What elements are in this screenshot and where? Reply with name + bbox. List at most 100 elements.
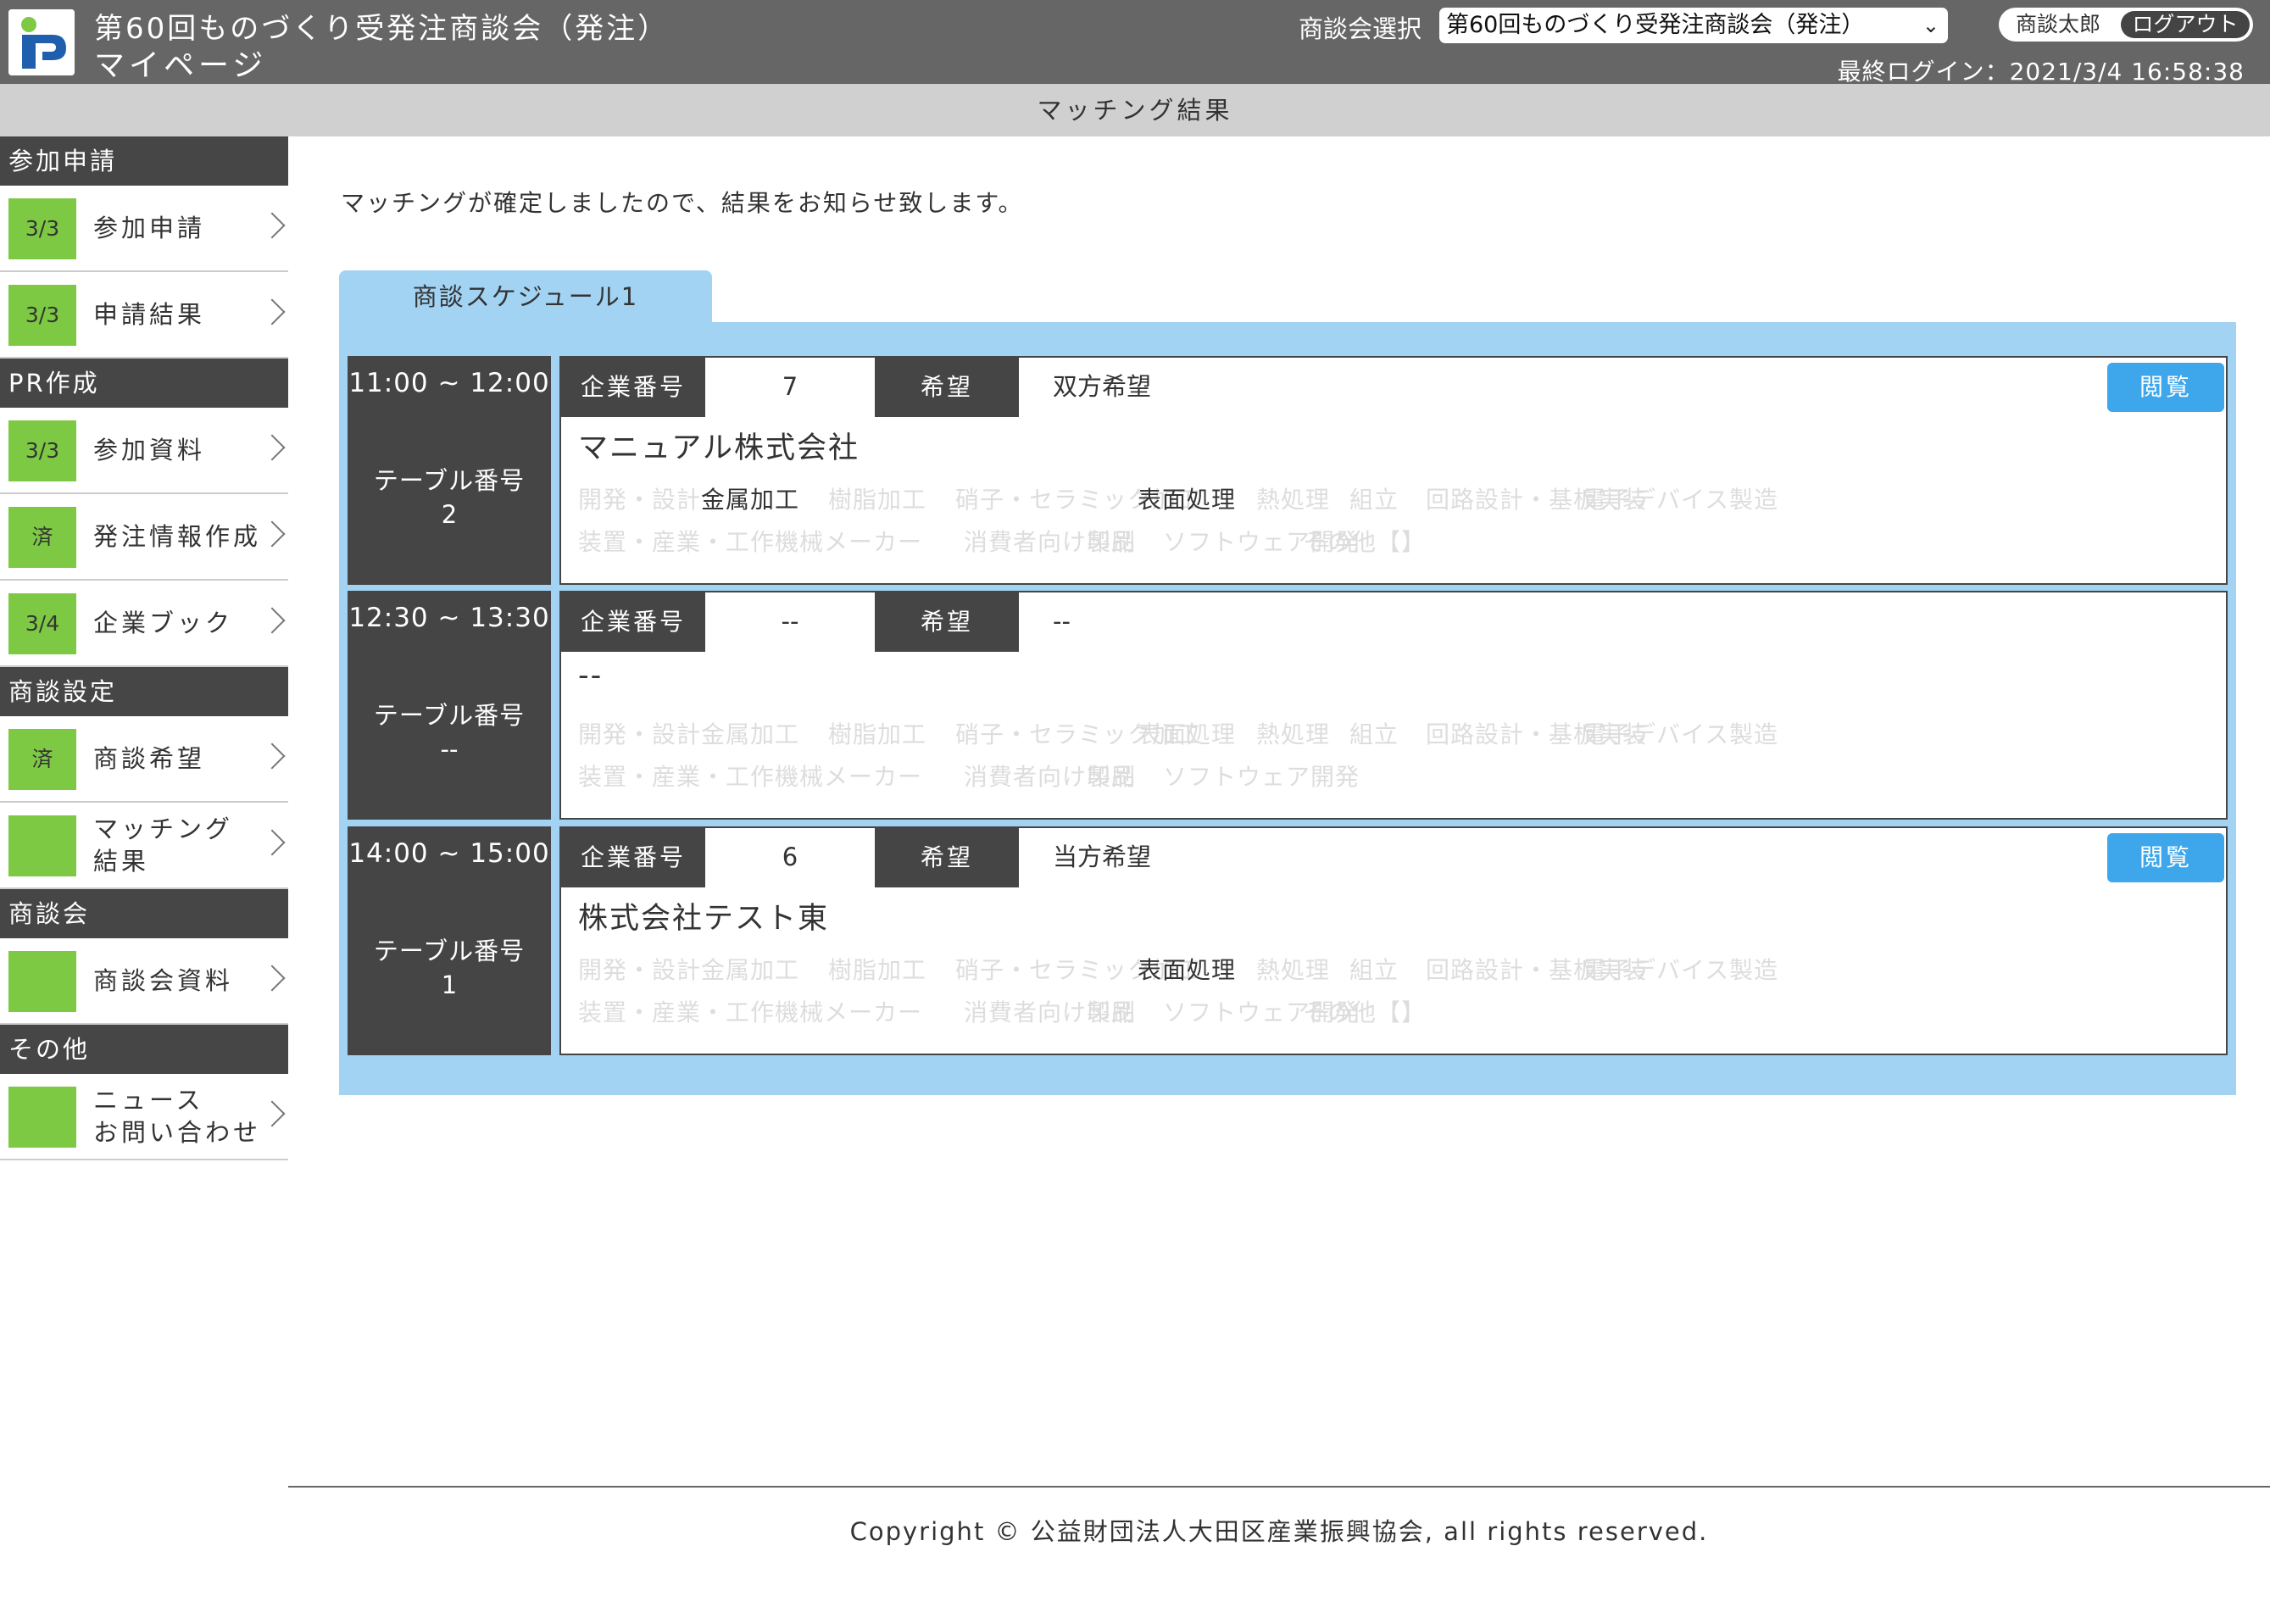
wish-value: -- bbox=[1053, 607, 1071, 636]
category-tag: その他【】 bbox=[1303, 528, 1427, 556]
sidebar-item-label: 発注情報作成 bbox=[93, 522, 262, 551]
view-button[interactable]: 閲覧 bbox=[2107, 363, 2224, 412]
sidebar-item-label: 商談希望 bbox=[93, 744, 206, 773]
chevron-right-icon bbox=[259, 742, 286, 770]
category-tag: 熱処理 bbox=[1256, 720, 1331, 748]
schedule-row: 11:00 ~ 12:00 テーブル番号 2 企業番号 7 希望 双方希望 閲覧マ… bbox=[348, 356, 2228, 585]
category-tag: 表面処理 bbox=[1138, 720, 1237, 748]
category-tag: 表面処理 bbox=[1138, 486, 1237, 514]
category-tag: 金属加工 bbox=[701, 486, 800, 514]
category-tag: 開発・設計 bbox=[578, 720, 702, 748]
event-select-label: 商談会選択 bbox=[1299, 14, 1422, 43]
company-number: 6 bbox=[782, 843, 798, 871]
status-badge: 3/3 bbox=[8, 198, 76, 259]
time-range: 11:00 ~ 12:00 bbox=[348, 368, 550, 398]
sidebar-item[interactable]: 3/3 参加申請 bbox=[0, 186, 288, 272]
header: 第60回ものづくり受発注商談会（発注） マイページ 商談会選択 第60回ものづく… bbox=[0, 0, 2270, 86]
table-number-label: テーブル番号 bbox=[373, 701, 526, 730]
sidebar-item-label: 申請結果 bbox=[93, 300, 206, 329]
category-tag: 表面処理 bbox=[1138, 956, 1237, 984]
status-badge bbox=[8, 1087, 76, 1148]
category-tag: 組立 bbox=[1349, 956, 1399, 984]
company-info: 企業番号 -- 希望 -- -- 開発・設計 金属加工 樹脂加工 硝子・セラミック加工表… bbox=[559, 591, 2228, 820]
company-info: 企業番号 6 希望 当方希望 閲覧 株式会社テスト東 開発・設計 金属加工 樹脂加工 硝子… bbox=[559, 826, 2228, 1055]
page-title: マッチング結果 bbox=[0, 84, 2270, 136]
category-tag: 樹脂加工 bbox=[828, 956, 927, 984]
sidebar-item[interactable]: 済商談希望 bbox=[0, 716, 288, 803]
category-tag: 樹脂加工 bbox=[828, 486, 927, 514]
wish-value: 双方希望 bbox=[1053, 372, 1152, 401]
sidebar-item[interactable]: 商談会資料 bbox=[0, 938, 288, 1025]
sidebar: 参加申請 3/3 参加申請 3/3 申請結果 PR作成 3/3 参加資料済発注情報作成 3/4 企… bbox=[0, 136, 288, 1160]
time-slot: 14:00 ~ 15:00 テーブル番号 1 bbox=[348, 826, 551, 1055]
time-range: 14:00 ~ 15:00 bbox=[348, 838, 550, 869]
table-number: -- bbox=[440, 735, 459, 764]
category-tag: ソフトウェア開発 bbox=[1163, 763, 1360, 791]
logout-button[interactable]: ログアウト bbox=[2121, 11, 2250, 38]
wish-label: 希望 bbox=[875, 592, 1019, 652]
sidebar-item-label: 企業ブック bbox=[93, 609, 234, 637]
category-tag: 電子デバイス製造 bbox=[1583, 720, 1779, 748]
status-badge bbox=[8, 815, 76, 876]
category-tag: 印刷 bbox=[1087, 763, 1137, 791]
view-button[interactable]: 閲覧 bbox=[2107, 833, 2224, 882]
chevron-right-icon bbox=[259, 212, 286, 239]
status-badge: 済 bbox=[8, 729, 76, 790]
time-range: 12:30 ~ 13:30 bbox=[348, 603, 550, 633]
chevron-right-icon bbox=[259, 520, 286, 548]
sidebar-item[interactable]: 3/3 参加資料 bbox=[0, 408, 288, 494]
status-badge: 3/4 bbox=[8, 593, 76, 654]
company-name: マニュアル株式会社 bbox=[578, 431, 860, 465]
company-name: 株式会社テスト東 bbox=[578, 902, 830, 936]
copyright: Copyright © 公益財団法人大田区産業振興協会, all rights … bbox=[849, 1517, 1709, 1546]
sidebar-item[interactable]: 済発注情報作成 bbox=[0, 494, 288, 581]
chevron-right-icon bbox=[259, 434, 286, 461]
category-tag: 電子デバイス製造 bbox=[1583, 956, 1779, 984]
sidebar-item-label: 商談会資料 bbox=[93, 966, 234, 995]
event-select[interactable]: 第60回ものづくり受発注商談会（発注） ⌄ bbox=[1439, 8, 1948, 43]
sidebar-item[interactable]: ニュース お問い合わせ bbox=[0, 1074, 288, 1160]
wish-value: 当方希望 bbox=[1053, 843, 1152, 871]
wish-label: 希望 bbox=[875, 358, 1019, 417]
company-number-label: 企業番号 bbox=[561, 828, 705, 887]
company-number: 7 bbox=[782, 372, 798, 401]
category-tag: 開発・設計 bbox=[578, 486, 702, 514]
category-tag: 電子デバイス製造 bbox=[1583, 486, 1779, 514]
category-tag: その他【】 bbox=[1303, 998, 1427, 1026]
sidebar-item[interactable]: マッチング 結果 bbox=[0, 803, 288, 889]
chevron-right-icon bbox=[259, 607, 286, 634]
sidebar-item-label: 参加申請 bbox=[93, 214, 206, 242]
table-number: 1 bbox=[441, 971, 458, 999]
category-tag: 組立 bbox=[1349, 720, 1399, 748]
status-badge bbox=[8, 951, 76, 1012]
sidebar-item-label: マッチング 結果 bbox=[93, 815, 234, 876]
category-tag: 装置・産業・工作機械メーカー bbox=[578, 998, 923, 1026]
sidebar-section-title: 商談会 bbox=[0, 889, 288, 938]
status-badge: 3/3 bbox=[8, 420, 76, 481]
sidebar-section-title: 商談設定 bbox=[0, 667, 288, 716]
company-number-label: 企業番号 bbox=[561, 592, 705, 652]
logo[interactable] bbox=[8, 9, 75, 75]
sidebar-item-label: ニュース お問い合わせ bbox=[93, 1086, 262, 1147]
site-subtitle: マイページ bbox=[94, 48, 268, 83]
company-number-label: 企業番号 bbox=[561, 358, 705, 417]
schedule-row: 14:00 ~ 15:00 テーブル番号 1 企業番号 6 希望 当方希望 閲覧株… bbox=[348, 826, 2228, 1055]
sidebar-item[interactable]: 3/3 申請結果 bbox=[0, 272, 288, 359]
intro-message: マッチングが確定しましたので、結果をお知らせ致します。 bbox=[341, 189, 1024, 217]
schedule-row: 12:30 ~ 13:30 テーブル番号 -- 企業番号 -- 希望 -- -- … bbox=[348, 591, 2228, 820]
status-badge: 済 bbox=[8, 507, 76, 568]
sidebar-section-title: PR作成 bbox=[0, 359, 288, 408]
sidebar-item[interactable]: 3/4 企業ブック bbox=[0, 581, 288, 667]
table-number: 2 bbox=[441, 500, 458, 529]
company-number: -- bbox=[781, 607, 799, 636]
time-slot: 12:30 ~ 13:30 テーブル番号 -- bbox=[348, 591, 551, 820]
category-tag: 熱処理 bbox=[1256, 486, 1331, 514]
sidebar-item-label: 参加資料 bbox=[93, 436, 206, 464]
category-tag: 装置・産業・工作機械メーカー bbox=[578, 528, 923, 556]
category-tag: 金属加工 bbox=[701, 956, 800, 984]
tab-schedule-1[interactable]: 商談スケジュール1 bbox=[339, 270, 712, 323]
wish-label: 希望 bbox=[875, 828, 1019, 887]
category-tag: 金属加工 bbox=[701, 720, 800, 748]
sidebar-section-title: その他 bbox=[0, 1025, 288, 1074]
company-name: -- bbox=[578, 659, 604, 692]
